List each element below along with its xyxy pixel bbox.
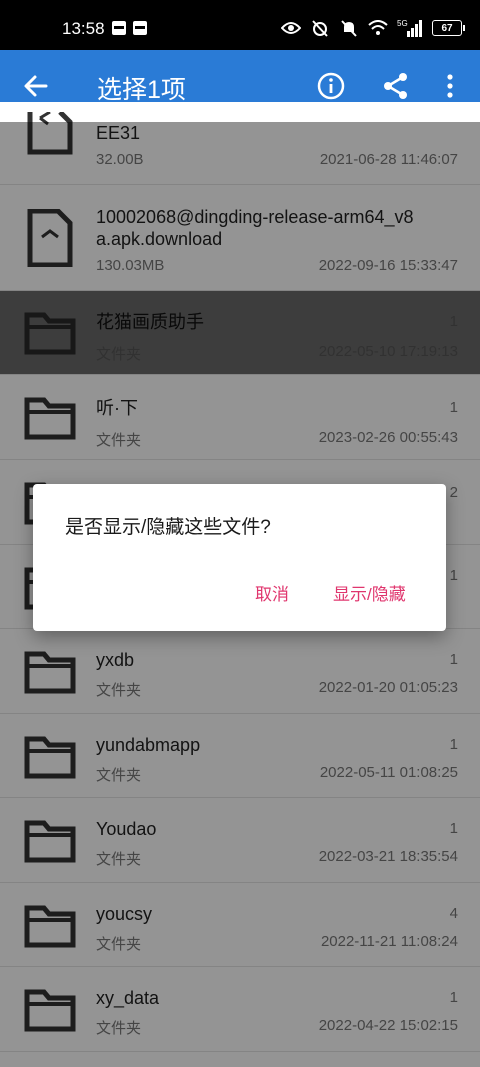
alarm-off-icon [310, 19, 330, 37]
back-arrow-icon[interactable] [22, 72, 50, 100]
page-title: 选择1项 [97, 76, 186, 104]
signal-icon: 5G [397, 19, 423, 37]
notification-icon [112, 21, 126, 35]
wifi-icon [368, 19, 388, 37]
confirm-dialog: 是否显示/隐藏这些文件? 取消 显示/隐藏 [33, 484, 446, 631]
battery-level: 67 [441, 22, 453, 34]
info-icon[interactable] [315, 70, 347, 102]
eye-icon [281, 19, 301, 37]
battery-icon: 67 [432, 20, 465, 36]
mute-icon [339, 19, 359, 37]
share-icon[interactable] [380, 70, 412, 102]
more-vert-icon[interactable] [436, 70, 464, 102]
cancel-button[interactable]: 取消 [255, 580, 289, 605]
dialog-message: 是否显示/隐藏这些文件? [65, 517, 271, 538]
status-time: 13:58 [62, 19, 105, 38]
svg-text:5G: 5G [397, 19, 408, 28]
show-hide-button[interactable]: 显示/隐藏 [333, 580, 406, 605]
status-bar: 13:58 5G 67 [0, 0, 480, 50]
notification-icon [133, 21, 147, 35]
